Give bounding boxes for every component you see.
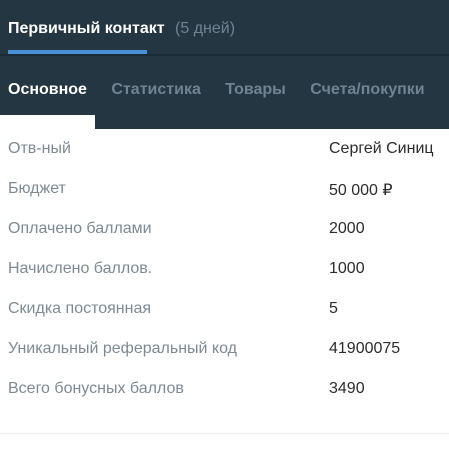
field-referral-code: Уникальный реферальный код 41900075 [0,330,449,370]
field-label: Оплачено баллами [8,220,152,237]
responsible-user-value[interactable]: Сергей Синиц [329,140,434,158]
field-accrued-points: Начислено баллов. 1000 [0,250,449,290]
lead-fields: Отв-ный Сергей Синиц Бюджет 50 000 ₽ Опл… [0,130,449,410]
field-permanent-discount: Скидка постоянная 5 [0,290,449,330]
stage-duration: (5 дней) [175,20,236,37]
tab-more[interactable]: К [441,68,449,115]
field-label: Всего бонусных баллов [8,380,184,397]
permanent-discount-value[interactable]: 5 [329,300,338,318]
field-responsible: Отв-ный Сергей Синиц [0,130,449,170]
field-total-bonus-points: Всего бонусных баллов 3490 [0,370,449,410]
tab-invoices-purchases[interactable]: Счета/покупки [302,68,432,115]
tab-statistics[interactable]: Статистика [103,68,208,115]
field-paid-points: Оплачено баллами 2000 [0,210,449,250]
pipeline-stage[interactable]: Первичный контакт (5 дней) [8,20,235,38]
budget-value[interactable]: 50 000 ₽ [329,180,393,200]
field-label: Скидка постоянная [8,300,152,317]
field-budget: Бюджет 50 000 ₽ [0,170,449,210]
referral-code-value[interactable]: 41900075 [329,340,400,358]
paid-points-value[interactable]: 2000 [329,220,365,238]
accrued-points-value[interactable]: 1000 [329,260,365,278]
field-label: Уникальный реферальный код [8,340,237,357]
field-label: Начислено баллов. [8,260,153,277]
tab-bar: Основное Статистика Товары Счета/покупки… [0,68,449,129]
field-label: Бюджет [8,180,66,197]
section-divider [0,433,449,434]
lead-header: Первичный контакт (5 дней) Основное Стат… [0,0,449,129]
tab-products[interactable]: Товары [217,68,294,115]
stage-title: Первичный контакт [8,20,165,37]
tab-main[interactable]: Основное [0,68,95,129]
header-divider [0,54,449,56]
total-bonus-points-value[interactable]: 3490 [329,380,365,398]
field-label: Отв-ный [8,140,71,157]
